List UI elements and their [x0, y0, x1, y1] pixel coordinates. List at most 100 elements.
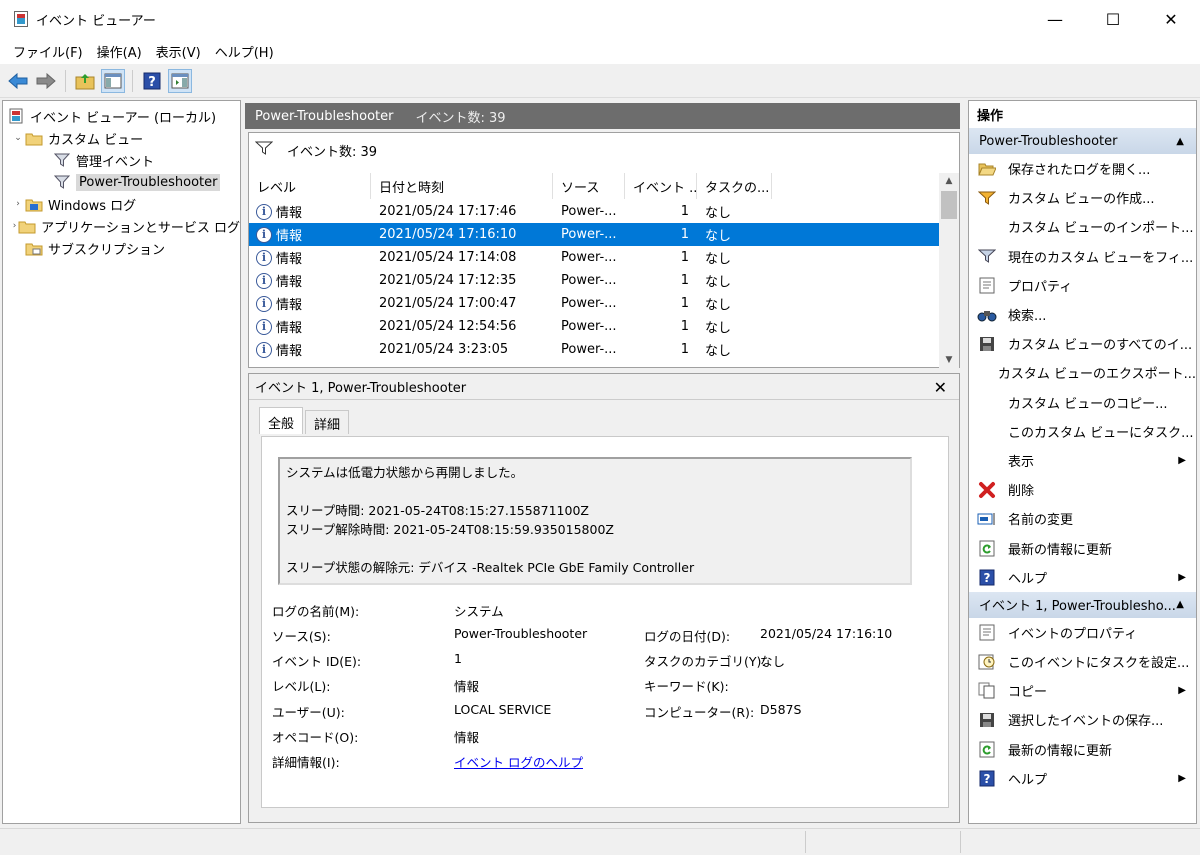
- action-item[interactable]: カスタム ビューの作成...: [969, 183, 1196, 212]
- filter-bar: イベント数: 39: [249, 133, 959, 167]
- menu-help[interactable]: ヘルプ(H): [208, 42, 281, 61]
- action-item[interactable]: 名前の変更: [969, 504, 1196, 533]
- action-item[interactable]: カスタム ビューのインポート...: [969, 212, 1196, 241]
- column-task-category[interactable]: タスクの...: [697, 173, 772, 199]
- svg-text:?: ?: [148, 75, 156, 90]
- action-item[interactable]: 現在のカスタム ビューをフィ...: [969, 242, 1196, 271]
- computer-label: コンピューター(R):: [644, 705, 755, 720]
- action-item[interactable]: このイベントにタスクを設定...: [969, 647, 1196, 676]
- status-divider: [960, 831, 961, 853]
- tree-item-power-troubleshooter[interactable]: Power-Troubleshooter: [3, 171, 240, 193]
- back-arrow-icon[interactable]: [6, 69, 30, 93]
- table-row[interactable]: i 情報 2021/05/24 3:23:05 Power-... 1 なし: [249, 338, 939, 361]
- column-event-id[interactable]: イベント ...: [625, 173, 697, 199]
- window-title: イベント ビューアー: [36, 13, 156, 29]
- column-date-time[interactable]: 日付と時刻: [371, 173, 553, 199]
- save-icon: [977, 335, 997, 353]
- action-item[interactable]: 検索...: [969, 300, 1196, 329]
- help-toolbar-icon[interactable]: ?: [140, 69, 164, 93]
- show-hide-tree-icon[interactable]: [101, 68, 125, 93]
- filter-icon: [254, 140, 274, 160]
- collapse-up-icon[interactable]: ▲: [1176, 599, 1184, 610]
- collapse-up-icon[interactable]: ▲: [1176, 136, 1184, 147]
- source-label: ソース(S):: [272, 629, 331, 644]
- tree-item-admin-events[interactable]: 管理イベント: [3, 149, 240, 171]
- table-row[interactable]: i 情報 2021/05/24 12:54:56 Power-... 1 なし: [249, 315, 939, 338]
- table-row[interactable]: i 情報 2021/05/24 17:17:46 Power-... 1 なし: [249, 200, 939, 223]
- tree-item-root[interactable]: イベント ビューアー (ローカル): [3, 105, 240, 127]
- action-item[interactable]: プロパティ: [969, 271, 1196, 300]
- event-rows: i 情報 2021/05/24 17:17:46 Power-... 1 なし i…: [249, 200, 939, 361]
- action-item[interactable]: このカスタム ビューにタスク...: [969, 417, 1196, 446]
- event-description[interactable]: システムは低電力状態から再開しました。 スリープ時間: 2021-05-24T0…: [278, 457, 912, 585]
- general-tab-body: システムは低電力状態から再開しました。 スリープ時間: 2021-05-24T0…: [261, 436, 949, 808]
- up-folder-icon[interactable]: [73, 69, 97, 93]
- action-item[interactable]: カスタム ビューのすべてのイ...: [969, 329, 1196, 358]
- actions-group-power-troubleshooter[interactable]: Power-Troubleshooter ▲: [969, 128, 1196, 154]
- tree-item-app-service-logs[interactable]: › アプリケーションとサービス ログ: [3, 215, 240, 237]
- minimize-button[interactable]: —: [1026, 0, 1084, 38]
- navigation-tree: イベント ビューアー (ローカル) ⌄ カスタム ビュー 管理イベント Powe…: [2, 100, 241, 824]
- table-row[interactable]: i 情報 2021/05/24 17:00:47 Power-... 1 なし: [249, 292, 939, 315]
- table-row[interactable]: i 情報 2021/05/24 17:12:35 Power-... 1 なし: [249, 269, 939, 292]
- svg-text:?: ?: [984, 772, 991, 786]
- center-header-title: Power-Troubleshooter: [255, 108, 394, 124]
- close-icon[interactable]: ✕: [934, 378, 947, 397]
- action-item[interactable]: ? ヘルプ ▶: [969, 563, 1196, 592]
- column-level[interactable]: レベル: [249, 173, 371, 199]
- show-hide-action-pane-icon[interactable]: [168, 68, 192, 93]
- forward-arrow-icon[interactable]: [34, 69, 58, 93]
- action-item[interactable]: カスタム ビューのコピー...: [969, 388, 1196, 417]
- action-item[interactable]: 保存されたログを開く...: [969, 154, 1196, 183]
- tab-details[interactable]: 詳細: [305, 410, 350, 434]
- chevron-right-icon[interactable]: ›: [11, 221, 18, 231]
- action-item[interactable]: コピー ▶: [969, 676, 1196, 705]
- filter-create-icon: [977, 189, 997, 207]
- action-item[interactable]: 最新の情報に更新: [969, 735, 1196, 764]
- action-item[interactable]: 削除: [969, 475, 1196, 504]
- submenu-arrow-icon: ▶: [1178, 571, 1186, 583]
- action-item[interactable]: カスタム ビューのエクスポート...: [969, 358, 1196, 387]
- chevron-down-icon[interactable]: ⌄: [11, 133, 25, 143]
- opcode-value: 情報: [454, 730, 480, 745]
- event-list-scrollbar[interactable]: ▲ ▼: [939, 173, 959, 368]
- keywords-label: キーワード(K):: [644, 679, 729, 694]
- blank-icon: [977, 364, 987, 382]
- tab-general[interactable]: 全般: [259, 407, 304, 434]
- scroll-up-arrow-icon[interactable]: ▲: [939, 173, 959, 189]
- center-pane-header: Power-Troubleshooter イベント数: 39: [245, 103, 960, 129]
- tree-item-custom-views[interactable]: ⌄ カスタム ビュー: [3, 127, 240, 149]
- scroll-thumb[interactable]: [941, 191, 957, 219]
- action-item-label: ヘルプ: [1008, 772, 1048, 788]
- menu-file[interactable]: ファイル(F): [6, 42, 90, 61]
- action-item[interactable]: 表示 ▶: [969, 446, 1196, 475]
- close-window-button[interactable]: ✕: [1142, 0, 1200, 38]
- actions-group-event[interactable]: イベント 1, Power-Troublesho... ▲: [969, 591, 1196, 618]
- event-log-help-link[interactable]: イベント ログのヘルプ: [454, 752, 583, 771]
- blank-icon: [977, 422, 997, 440]
- blank-icon: [977, 393, 997, 411]
- table-row[interactable]: i 情報 2021/05/24 17:14:08 Power-... 1 なし: [249, 246, 939, 269]
- maximize-button[interactable]: ☐: [1084, 0, 1142, 38]
- action-item-label: 選択したイベントの保存...: [1008, 714, 1164, 730]
- tree-item-subscriptions[interactable]: サブスクリプション: [3, 237, 240, 259]
- scroll-down-arrow-icon[interactable]: ▼: [939, 352, 959, 368]
- toolbar: ?: [0, 64, 1200, 98]
- log-name-value: システム: [454, 604, 504, 619]
- event-viewer-app-icon: [14, 11, 28, 27]
- column-source[interactable]: ソース: [553, 173, 625, 199]
- info-icon: i: [256, 249, 272, 266]
- menu-action[interactable]: 操作(A): [90, 42, 149, 61]
- chevron-right-icon[interactable]: ›: [11, 199, 25, 209]
- info-icon: i: [256, 341, 272, 358]
- binoculars-icon: [977, 306, 997, 324]
- action-item[interactable]: ? ヘルプ ▶: [969, 764, 1196, 793]
- action-item[interactable]: 最新の情報に更新: [969, 533, 1196, 562]
- menu-view[interactable]: 表示(V): [149, 42, 208, 61]
- info-icon: i: [256, 295, 272, 312]
- table-row-selected[interactable]: i 情報 2021/05/24 17:16:10 Power-... 1 なし: [249, 223, 939, 246]
- submenu-arrow-icon: ▶: [1178, 685, 1186, 697]
- action-item[interactable]: 選択したイベントの保存...: [969, 705, 1196, 734]
- tree-item-windows-logs[interactable]: › Windows ログ: [3, 193, 240, 215]
- action-item[interactable]: イベントのプロパティ: [969, 618, 1196, 647]
